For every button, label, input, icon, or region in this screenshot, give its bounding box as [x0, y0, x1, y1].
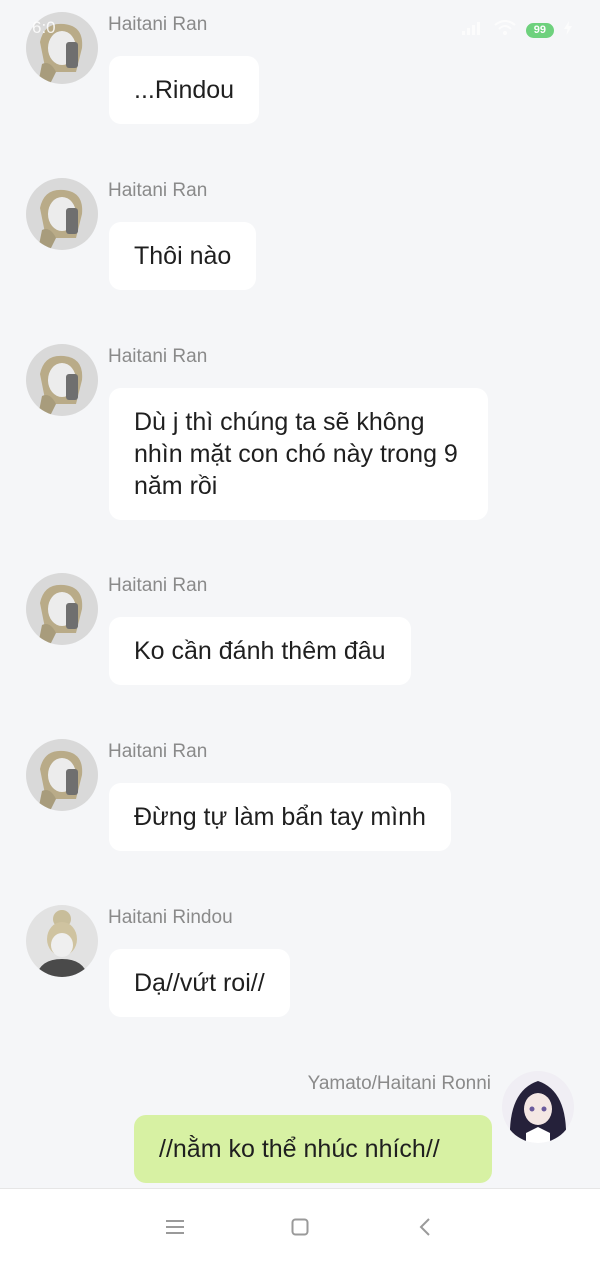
message-bubble[interactable]: Dù j thì chúng ta sẽ không nhìn mặt con …: [109, 388, 488, 520]
home-square-icon: [291, 1218, 309, 1241]
home-button[interactable]: [280, 1211, 320, 1247]
status-icons: 99: [461, 20, 572, 41]
menu-button[interactable]: [155, 1211, 195, 1247]
avatar[interactable]: [26, 905, 98, 977]
sender-name: Haitani Ran: [108, 741, 208, 762]
battery-indicator: 99: [525, 23, 554, 38]
message-bubble[interactable]: Ko cần đánh thêm đâu: [109, 617, 411, 685]
sender-name: Yamato/Haitani Ronni: [307, 1073, 491, 1094]
avatar[interactable]: [26, 739, 98, 811]
message-bubble[interactable]: Thôi nào: [109, 222, 257, 290]
back-chevron-icon: [419, 1217, 431, 1241]
back-button[interactable]: [405, 1211, 445, 1247]
menu-icon: [166, 1219, 184, 1240]
chat-area[interactable]: Haitani Ran ...Rindou Haitani Ran Thôi n…: [0, 0, 600, 1188]
sender-name: Haitani Ran: [108, 575, 208, 596]
avatar[interactable]: [26, 573, 98, 645]
wifi-icon: [494, 20, 516, 41]
avatar[interactable]: [26, 178, 98, 250]
message-bubble[interactable]: ...Rindou: [109, 56, 260, 124]
navigation-bar: [0, 1188, 600, 1268]
message-bubble[interactable]: Đừng tự làm bẩn tay mình: [109, 783, 451, 851]
avatar[interactable]: [26, 344, 98, 416]
sender-name: Haitani Ran: [108, 180, 208, 201]
message-bubble[interactable]: //nằm ko thể nhúc nhích//: [134, 1115, 492, 1183]
sender-name: Haitani Rindou: [108, 907, 233, 928]
sender-name: Haitani Ran: [108, 346, 208, 367]
status-time: 6:0: [32, 18, 56, 37]
avatar[interactable]: [502, 1071, 574, 1143]
signal-icon: [461, 21, 484, 40]
charging-icon: [564, 21, 572, 40]
message-bubble[interactable]: Dạ//vứt roi//: [109, 949, 290, 1017]
status-bar: 6:0 99: [0, 0, 600, 56]
